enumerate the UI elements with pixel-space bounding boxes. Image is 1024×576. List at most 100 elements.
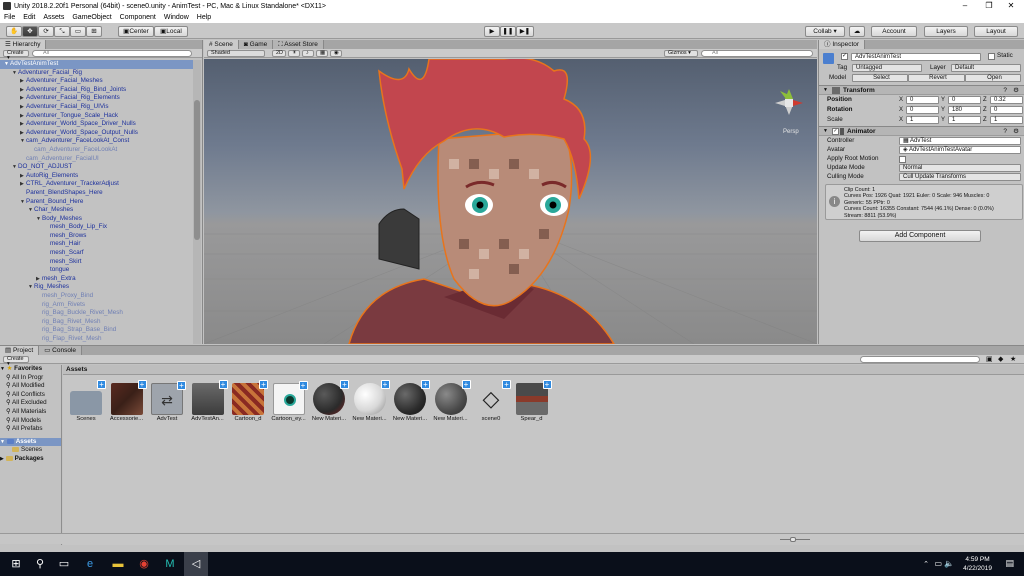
tree-packages[interactable]: ▶ Packages (0, 455, 61, 464)
menu-window[interactable]: Window (164, 14, 189, 21)
transform-header[interactable]: ▼ Transform ? ⚙ (819, 85, 1024, 95)
play-button[interactable]: ▶ (484, 26, 500, 37)
network-icon[interactable]: ▭ (934, 559, 942, 568)
asset-item[interactable]: + New Materi... (351, 380, 390, 422)
add-component-button[interactable]: Add Component (859, 230, 981, 242)
chrome-icon[interactable]: ◉ (132, 552, 156, 576)
hierarchy-item[interactable]: ▶ Adventurer_Tongue_Scale_Hack (0, 112, 194, 121)
rotation-x-field[interactable]: 0 (906, 106, 939, 114)
tree-scenes[interactable]: Scenes (0, 446, 61, 455)
audio-toggle[interactable]: ♪ (302, 50, 314, 57)
position-y-field[interactable]: 0 (948, 96, 981, 104)
cloud-button[interactable]: ☁ (849, 26, 865, 37)
hierarchy-item[interactable]: ▶ CTRL_Adventurer_TrackerAdjust (0, 180, 194, 189)
favorite-item[interactable]: ⚲ All Models (0, 417, 61, 426)
menu-gameobject[interactable]: GameObject (72, 14, 111, 21)
tab-asset-store[interactable]: ⛶ Asset Store (273, 40, 324, 49)
expand-plus-icon[interactable]: + (259, 380, 268, 389)
asset-item[interactable]: ⇄ + AdvTest (148, 381, 186, 422)
effects-toggle[interactable]: ▦ (316, 50, 328, 57)
hierarchy-item[interactable]: ▶ Adventurer_World_Space_Output_Nulls (0, 129, 194, 138)
edge-browser-icon[interactable]: e (78, 552, 102, 576)
hierarchy-item[interactable]: ▼AdvTestAnimTest (0, 60, 194, 69)
hierarchy-item[interactable]: mesh_Skirt (0, 258, 194, 267)
slider-thumb[interactable] (790, 537, 796, 542)
asset-item[interactable]: ◇ + scene0 (472, 380, 511, 422)
hierarchy-item[interactable]: ▶ Adventurer_Facial_Meshes (0, 77, 194, 86)
asset-item[interactable]: + New Materi... (310, 380, 349, 422)
lighting-toggle[interactable]: ☀ (288, 50, 300, 57)
filter-label-icon[interactable]: ◆ (998, 355, 1003, 363)
mode-2d-toggle[interactable]: 2D (272, 50, 286, 57)
expand-plus-icon[interactable]: + (461, 380, 471, 389)
expand-plus-icon[interactable]: + (502, 380, 511, 389)
persp-label[interactable]: Persp (783, 129, 799, 135)
menu-edit[interactable]: Edit (23, 14, 35, 21)
filter-type-icon[interactable]: ▣ (986, 355, 993, 363)
hierarchy-item[interactable]: ▼Rig_Meshes (0, 283, 194, 292)
task-view-icon[interactable]: ▭ (52, 552, 76, 576)
scrollbar-thumb[interactable] (194, 100, 200, 240)
expand-plus-icon[interactable]: + (380, 380, 390, 389)
hierarchy-item[interactable]: mesh_Body_Lip_Fix (0, 223, 194, 232)
tree-assets[interactable]: ▼ Assets (0, 437, 61, 447)
scene-viewport[interactable]: Persp (204, 59, 817, 344)
favorite-item[interactable]: ⚲ All Conflicts (0, 391, 61, 400)
hidden-objects-toggle[interactable]: ◉ (330, 50, 342, 57)
asset-item[interactable]: + New Materi... (432, 380, 471, 422)
maya-icon[interactable]: M (158, 552, 182, 576)
tab-project[interactable]: ▤ Project (0, 346, 40, 355)
pause-button[interactable]: ❚❚ (500, 26, 516, 37)
hierarchy-item[interactable]: ▼Parent_Bound_Here (0, 198, 194, 207)
notifications-icon[interactable]: ▤ (1005, 558, 1014, 569)
hierarchy-item[interactable]: ▼DO_NOT_ADJUST (0, 163, 194, 172)
hierarchy-create-button[interactable]: Create ▾ (3, 50, 29, 61)
favorite-item[interactable]: ⚲ All In Progr (0, 374, 61, 383)
favorites-header[interactable]: ▼ ★ Favorites (0, 365, 61, 374)
asset-item[interactable]: + Cartoon_ey... (270, 381, 308, 422)
expand-plus-icon[interactable]: + (340, 380, 349, 389)
hierarchy-item[interactable]: tongue (0, 266, 194, 275)
pivot-center-button[interactable]: ▣Center (118, 26, 154, 37)
hand-tool-button[interactable]: ✋ (6, 26, 22, 37)
update-mode-dropdown[interactable]: Normal (899, 164, 1021, 172)
tab-hierarchy[interactable]: ☰ Hierarchy (0, 40, 47, 49)
asset-item[interactable]: + Cartoon_d (229, 380, 268, 422)
hierarchy-item[interactable]: mesh_Scarf (0, 249, 194, 258)
transform-tool-button[interactable]: ⊞ (86, 26, 102, 37)
file-explorer-icon[interactable]: ▬ (106, 552, 130, 576)
help-icon[interactable]: ? (1003, 86, 1007, 95)
volume-icon[interactable]: 🔈 (944, 559, 954, 568)
rotate-tool-button[interactable]: ⟳ (38, 26, 54, 37)
hierarchy-item[interactable]: rig_Flap_Rivet_Mesh (0, 335, 194, 344)
scale-z-field[interactable]: 1 (990, 116, 1023, 124)
tag-dropdown[interactable]: Untagged (852, 64, 922, 72)
hierarchy-item[interactable]: ▼Body_Meshes (0, 215, 194, 224)
settings-gear-icon[interactable]: ⚙ (1013, 86, 1019, 95)
static-checkbox[interactable] (988, 53, 995, 60)
hierarchy-item[interactable]: mesh_Proxy_Bind (0, 292, 194, 301)
avatar-field[interactable]: ◈ AdvTestAnimTestAvatar (899, 146, 1021, 154)
hierarchy-item[interactable]: rig_Bag_Buckle_Rivet_Mesh (0, 309, 194, 318)
hierarchy-item[interactable]: mesh_Hair (0, 240, 194, 249)
character-model[interactable] (348, 59, 615, 344)
asset-item[interactable]: + AdvTestAn... (189, 380, 228, 422)
rotation-y-field[interactable]: 180 (948, 106, 981, 114)
hierarchy-scrollbar[interactable] (193, 60, 201, 344)
hierarchy-item[interactable]: rig_Arm_Rivets (0, 301, 194, 310)
hierarchy-item[interactable]: ▼cam_Adventurer_FaceLookAt_Const (0, 137, 194, 146)
expand-plus-icon[interactable]: + (542, 380, 552, 389)
scene-orientation-gizmo[interactable]: Persp (775, 89, 803, 135)
expand-plus-icon[interactable]: + (137, 380, 147, 389)
hierarchy-item[interactable]: ▶ Adventurer_World_Space_Driver_Nulls (0, 120, 194, 129)
expand-plus-icon[interactable]: + (421, 380, 430, 389)
controller-field[interactable]: ▦ AdvTest (899, 137, 1021, 145)
hierarchy-item[interactable]: Parent_BlendShapes_Here (0, 189, 194, 198)
hierarchy-item[interactable]: cam_Adventurer_FaceLookAt (0, 146, 194, 155)
project-search-input[interactable] (860, 356, 980, 363)
maximize-button[interactable]: ❐ (978, 0, 1000, 12)
shading-dropdown[interactable]: Shaded (207, 50, 265, 57)
asset-item[interactable]: + New Materi... (391, 380, 430, 422)
favorite-star-icon[interactable]: ★ (1010, 355, 1016, 363)
hierarchy-item[interactable]: ▼Char_Meshes (0, 206, 194, 215)
